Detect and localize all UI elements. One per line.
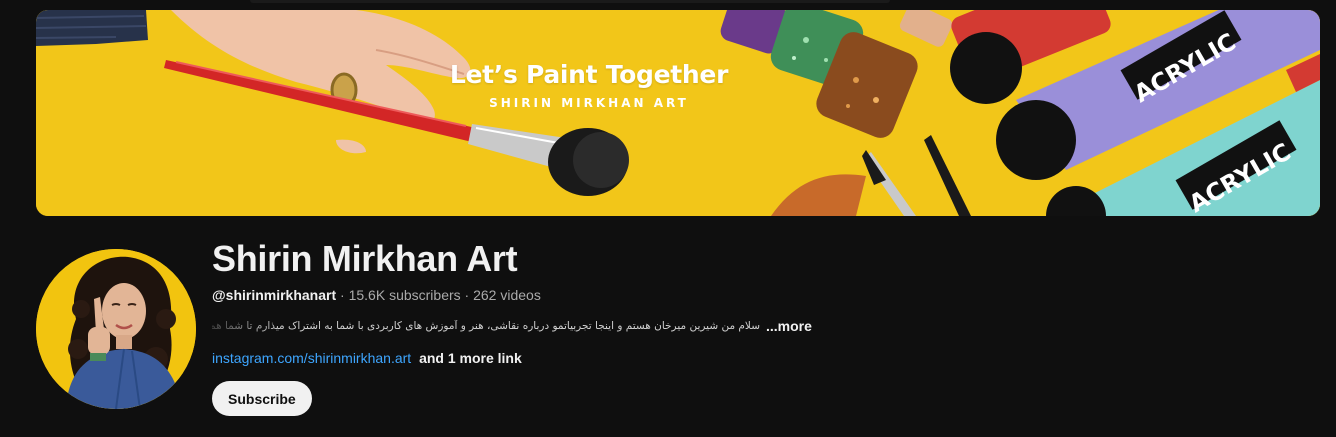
banner-title: Let’s Paint Together bbox=[449, 60, 729, 89]
meta-separator: · bbox=[340, 287, 345, 303]
description-text: سلام من شیرین میرخان هستم و اینجا تجربیا… bbox=[212, 320, 760, 332]
instagram-link[interactable]: instagram.com/shirinmirkhan.art bbox=[212, 350, 411, 366]
channel-description[interactable]: سلام من شیرین میرخان هستم و اینجا تجربیا… bbox=[212, 318, 812, 334]
channel-handle: @shirinmirkhanart bbox=[212, 287, 337, 303]
banner-subtitle: SHIRIN MIRKHAN ART bbox=[489, 96, 689, 110]
channel-name: Shirin Mirkhan Art bbox=[212, 238, 518, 279]
avatar-image bbox=[36, 249, 196, 409]
subscriber-count: 15.6K subscribers bbox=[348, 287, 461, 303]
banner-artwork: ACRYLIC ACRYLIC bbox=[36, 10, 1320, 216]
top-bar-edge bbox=[250, 0, 890, 3]
channel-meta: @shirinmirkhanart · 15.6K subscribers · … bbox=[212, 287, 541, 303]
channel-avatar[interactable] bbox=[36, 249, 196, 409]
more-links-button[interactable]: and 1 more link bbox=[419, 350, 522, 366]
subscribe-button[interactable]: Subscribe bbox=[212, 381, 312, 416]
channel-banner: ACRYLIC ACRYLIC Let’s Paint Together SHI… bbox=[36, 10, 1320, 216]
description-more-button[interactable]: ...more bbox=[766, 318, 812, 334]
meta-separator: · bbox=[464, 287, 470, 303]
video-count: 262 videos bbox=[473, 287, 541, 303]
channel-links: instagram.com/shirinmirkhan.art and 1 mo… bbox=[212, 350, 522, 366]
